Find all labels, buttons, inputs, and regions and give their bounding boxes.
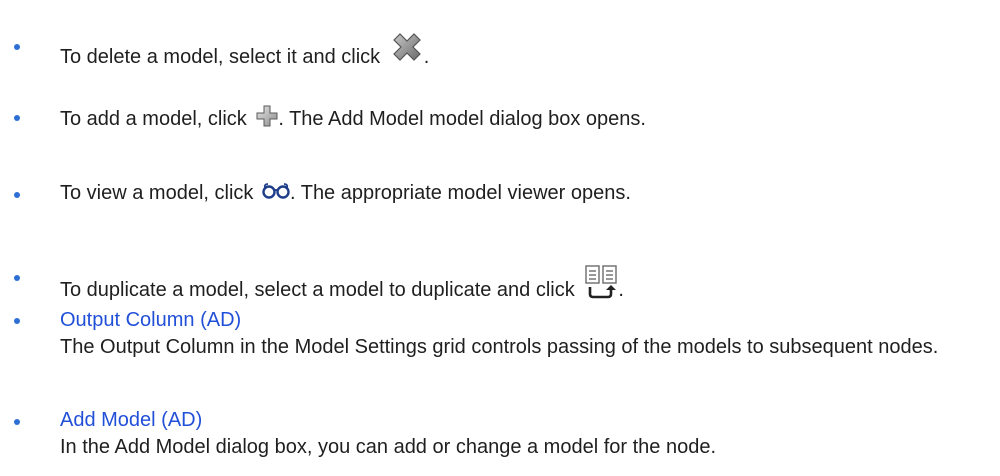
duplicate-text: To duplicate a model, select a model to … bbox=[60, 279, 575, 301]
delete-text-end: . bbox=[423, 46, 430, 68]
add-model-description: In the Add Model dialog box, you can add… bbox=[60, 436, 717, 458]
list-item-view: To view a model, click . The appropriate… bbox=[0, 160, 1000, 210]
view-instruction: To view a model, click . The appropriate… bbox=[60, 181, 631, 205]
list-item-delete: To delete a model, select it and click . bbox=[0, 0, 1000, 68]
bullet-dot bbox=[14, 44, 20, 50]
view-text: To view a model, click bbox=[60, 182, 254, 204]
delete-x-icon bbox=[390, 33, 424, 63]
duplicate-text-end: . bbox=[618, 279, 624, 301]
list-item-add-model: Add Model (AD) In the Add Model dialog b… bbox=[0, 405, 1000, 465]
duplicate-instruction: To duplicate a model, select a model to … bbox=[60, 264, 624, 302]
add-plus-icon bbox=[256, 105, 278, 127]
bullet-dot bbox=[14, 115, 20, 121]
bullet-dot bbox=[14, 192, 20, 198]
view-glasses-icon bbox=[262, 183, 290, 199]
list-item-duplicate: To duplicate a model, select a model to … bbox=[0, 240, 1000, 302]
delete-instruction: To delete a model, select it and click . bbox=[60, 33, 429, 69]
bullet-dot bbox=[14, 318, 20, 324]
duplicate-icon bbox=[584, 264, 618, 300]
bullet-dot bbox=[14, 275, 20, 281]
output-column-description: The Output Column in the Model Settings … bbox=[60, 336, 939, 358]
add-instruction: To add a model, click . The Add Model mo… bbox=[60, 105, 646, 131]
view-text-end: . The appropriate model viewer opens. bbox=[289, 182, 631, 204]
add-model-link[interactable]: Add Model (AD) bbox=[60, 409, 202, 431]
bullet-dot bbox=[14, 419, 20, 425]
add-text-end: . The Add Model model dialog box opens. bbox=[278, 108, 646, 130]
list-item-output-column: Output Column (AD) The Output Column in … bbox=[0, 305, 1000, 390]
add-text: To add a model, click bbox=[60, 108, 247, 130]
output-column-link[interactable]: Output Column (AD) bbox=[60, 309, 241, 331]
list-item-add: To add a model, click . The Add Model mo… bbox=[0, 80, 1000, 130]
delete-text: To delete a model, select it and click bbox=[60, 46, 381, 68]
